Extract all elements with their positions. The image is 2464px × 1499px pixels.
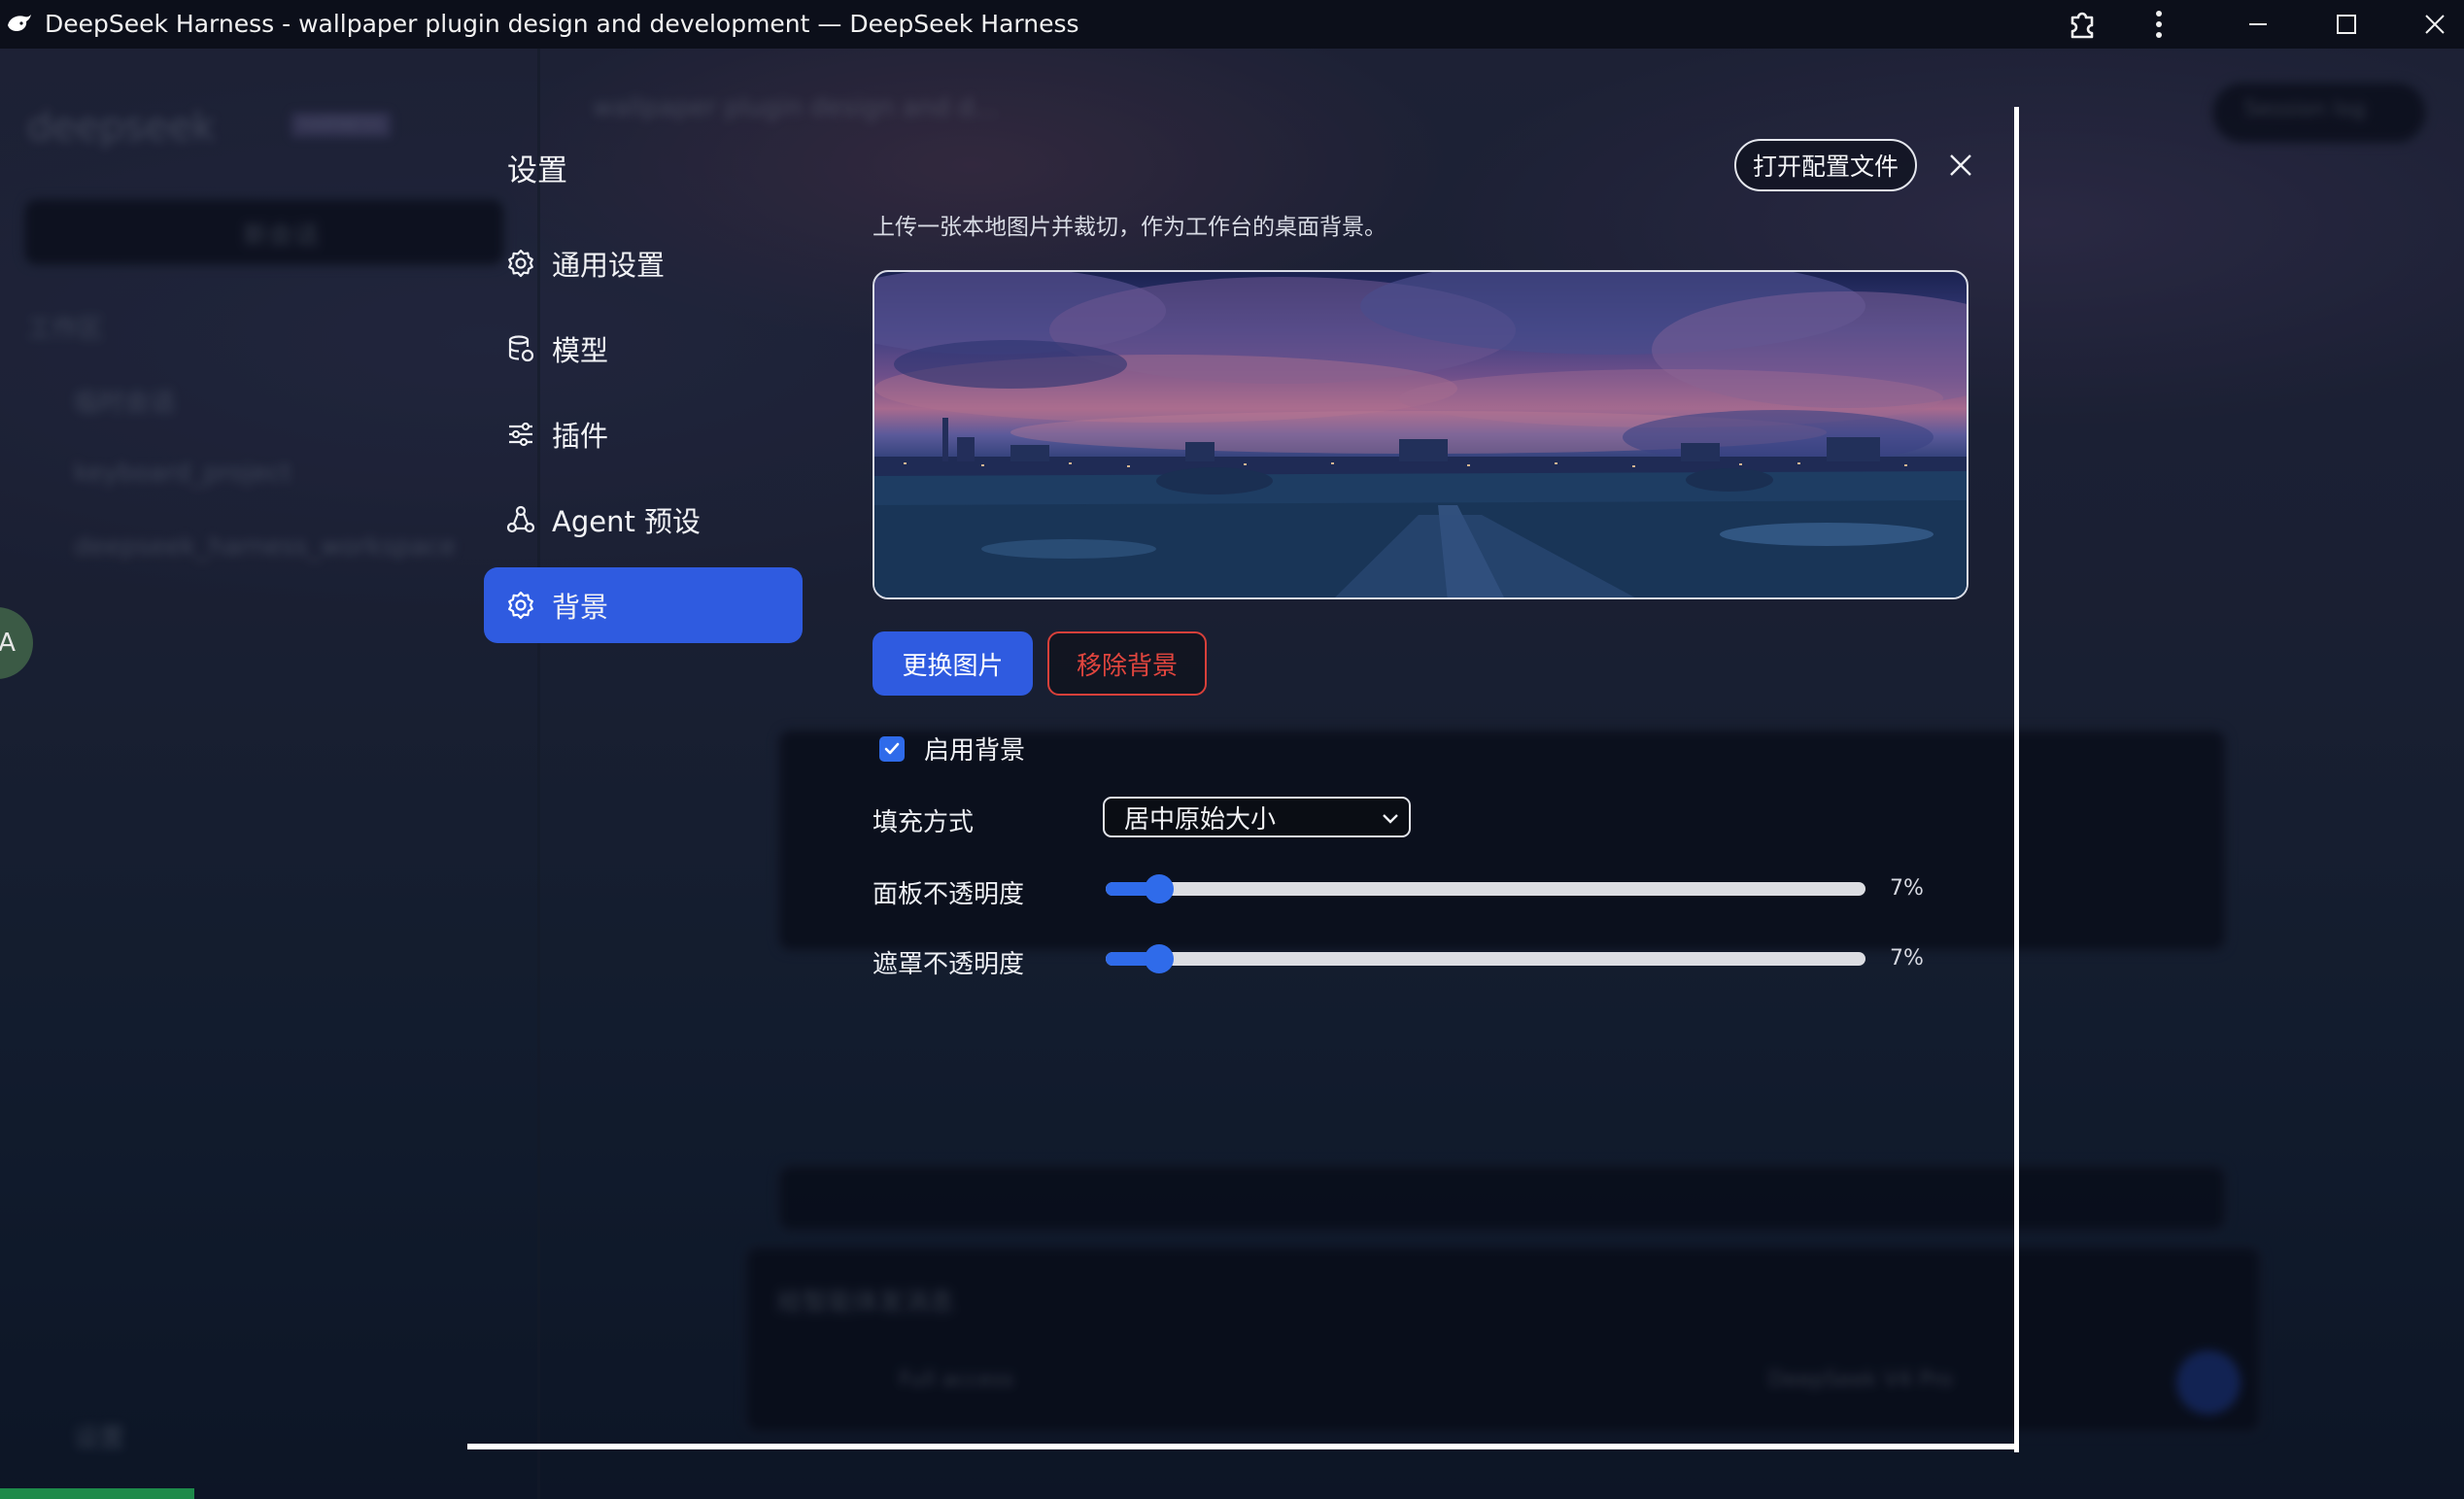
enable-background-checkbox[interactable] bbox=[879, 735, 905, 762]
nav-item-plugins[interactable]: 插件 bbox=[484, 396, 803, 472]
mask-opacity-slider[interactable] bbox=[1106, 944, 1865, 973]
database-icon bbox=[508, 335, 534, 362]
close-icon bbox=[1950, 154, 1971, 176]
fill-mode-label: 填充方式 bbox=[873, 808, 975, 837]
window-title: DeepSeek Harness - wallpaper plugin desi… bbox=[45, 10, 1079, 38]
window-title-bar: DeepSeek Harness - wallpaper plugin desi… bbox=[0, 0, 2464, 49]
fill-mode-value: 居中原始大小 bbox=[1124, 804, 1277, 835]
background-description: 上传一张本地图片并裁切，作为工作台的桌面背景。 bbox=[873, 215, 1386, 240]
enable-background-label: 启用背景 bbox=[924, 736, 1026, 766]
mask-opacity-value: 7% bbox=[1890, 946, 1924, 971]
modal-backdrop[interactable] bbox=[0, 49, 2464, 1499]
window-close-icon[interactable] bbox=[2406, 0, 2464, 49]
more-menu-icon[interactable] bbox=[2130, 0, 2188, 49]
panel-opacity-slider[interactable] bbox=[1106, 874, 1865, 903]
nav-item-label: 通用设置 bbox=[552, 249, 666, 282]
slider-thumb[interactable] bbox=[1144, 874, 1174, 903]
nav-item-label: Agent 预设 bbox=[552, 505, 702, 538]
enable-background-row: 启用背景 bbox=[879, 731, 1025, 767]
panel-edge-bottom bbox=[467, 1444, 2019, 1449]
close-settings-button[interactable] bbox=[1941, 146, 1980, 185]
gear-icon bbox=[508, 249, 533, 278]
nav-item-label: 模型 bbox=[552, 334, 609, 367]
nav-item-model[interactable]: 模型 bbox=[484, 311, 803, 387]
fill-mode-select[interactable]: 居中原始大小 bbox=[1103, 797, 1411, 837]
maximize-icon[interactable] bbox=[2317, 0, 2376, 49]
minimize-icon[interactable] bbox=[2229, 0, 2287, 49]
taskbar-strip bbox=[0, 1488, 194, 1499]
nav-item-label: 背景 bbox=[552, 591, 609, 624]
nav-item-general[interactable]: 通用设置 bbox=[484, 225, 803, 301]
change-image-button[interactable]: 更换图片 bbox=[873, 631, 1033, 696]
gear-icon bbox=[508, 591, 533, 620]
sliders-icon bbox=[509, 422, 532, 447]
settings-title: 设置 bbox=[507, 153, 567, 188]
remove-background-button[interactable]: 移除背景 bbox=[1047, 631, 1207, 696]
nav-item-agent-presets[interactable]: Agent 预设 bbox=[484, 482, 803, 558]
nav-item-label: 插件 bbox=[552, 420, 609, 453]
slider-thumb[interactable] bbox=[1144, 944, 1174, 973]
agent-icon bbox=[506, 505, 535, 533]
extensions-icon[interactable] bbox=[2054, 0, 2112, 49]
panel-opacity-value: 7% bbox=[1890, 876, 1924, 901]
panel-opacity-label: 面板不透明度 bbox=[873, 880, 1025, 909]
chevron-down-icon bbox=[1383, 814, 1398, 824]
mask-opacity-label: 遮罩不透明度 bbox=[873, 950, 1025, 979]
open-config-file-button[interactable]: 打开配置文件 bbox=[1734, 139, 1917, 191]
background-preview-image[interactable] bbox=[873, 270, 1968, 599]
deepseek-whale-icon bbox=[8, 15, 31, 31]
checkmark-icon bbox=[884, 742, 900, 754]
panel-edge-right bbox=[2014, 107, 2019, 1452]
nav-item-background[interactable]: 背景 bbox=[484, 567, 803, 643]
